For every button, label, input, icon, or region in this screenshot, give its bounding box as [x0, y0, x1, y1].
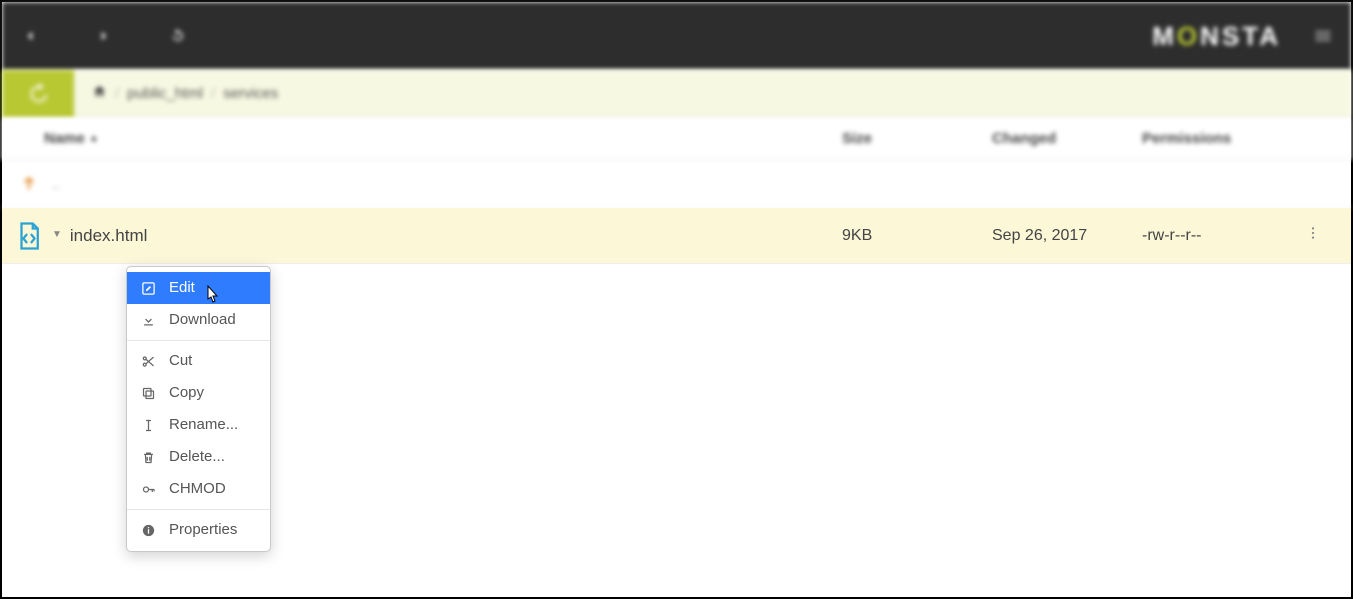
menu-rename[interactable]: Rename...: [127, 409, 270, 441]
topbar: MONSTA: [2, 2, 1351, 70]
col-changed-header[interactable]: Changed: [992, 130, 1142, 147]
copy-icon: [139, 386, 157, 401]
menu-copy[interactable]: Copy: [127, 377, 270, 409]
forward-icon[interactable]: [94, 26, 114, 46]
rename-icon: [139, 418, 157, 433]
breadcrumb: / public_html / services: [74, 84, 278, 103]
col-permissions-header[interactable]: Permissions: [1142, 130, 1351, 147]
parent-row[interactable]: ..: [2, 160, 1351, 208]
up-arrow-icon: [20, 171, 38, 196]
file-html-icon: [14, 221, 44, 251]
cut-icon: [139, 354, 157, 369]
col-size-header[interactable]: Size: [842, 130, 992, 147]
sort-asc-icon: ▲: [89, 133, 99, 144]
download-icon: [139, 313, 157, 328]
menu-properties[interactable]: Properties: [127, 514, 270, 546]
more-vert-icon[interactable]: [1305, 225, 1321, 246]
col-name-header[interactable]: Name ▲: [2, 130, 842, 147]
topbar-right: MONSTA: [1152, 21, 1333, 52]
brand-logo: MONSTA: [1152, 21, 1281, 52]
topbar-left: [20, 26, 188, 46]
refresh-icon[interactable]: [168, 26, 188, 46]
delete-icon: [139, 450, 157, 465]
edit-icon: [139, 281, 157, 296]
menu-separator: [127, 340, 270, 341]
columns-header: Name ▲ Size Changed Permissions: [2, 118, 1351, 160]
menu-delete[interactable]: Delete...: [127, 441, 270, 473]
caret-down-icon[interactable]: ▼: [52, 229, 62, 240]
back-icon[interactable]: [20, 26, 40, 46]
menu-chmod[interactable]: CHMOD: [127, 473, 270, 505]
file-changed: Sep 26, 2017: [992, 227, 1142, 245]
chmod-icon: [139, 482, 157, 497]
menu-cut[interactable]: Cut: [127, 345, 270, 377]
home-icon[interactable]: [92, 84, 107, 103]
crumb-public-html[interactable]: public_html: [127, 85, 203, 102]
history-button[interactable]: [2, 70, 74, 118]
file-row[interactable]: ▼ index.html 9KB Sep 26, 2017 -rw-r--r--: [2, 208, 1351, 264]
menu-separator: [127, 509, 270, 510]
menu-download[interactable]: Download: [127, 304, 270, 336]
crumb-sep: /: [115, 85, 119, 102]
info-icon: [139, 523, 157, 538]
parent-label: ..: [52, 176, 60, 192]
crumb-sep: /: [211, 85, 215, 102]
context-menu: Edit Download Cut Copy Rename... Delete.…: [126, 266, 271, 552]
breadcrumb-row: / public_html / services: [2, 70, 1351, 118]
menu-edit[interactable]: Edit: [127, 272, 270, 304]
file-name: index.html: [70, 226, 147, 246]
crumb-services[interactable]: services: [223, 85, 278, 102]
file-size: 9KB: [842, 227, 992, 245]
menu-icon[interactable]: [1313, 26, 1333, 46]
